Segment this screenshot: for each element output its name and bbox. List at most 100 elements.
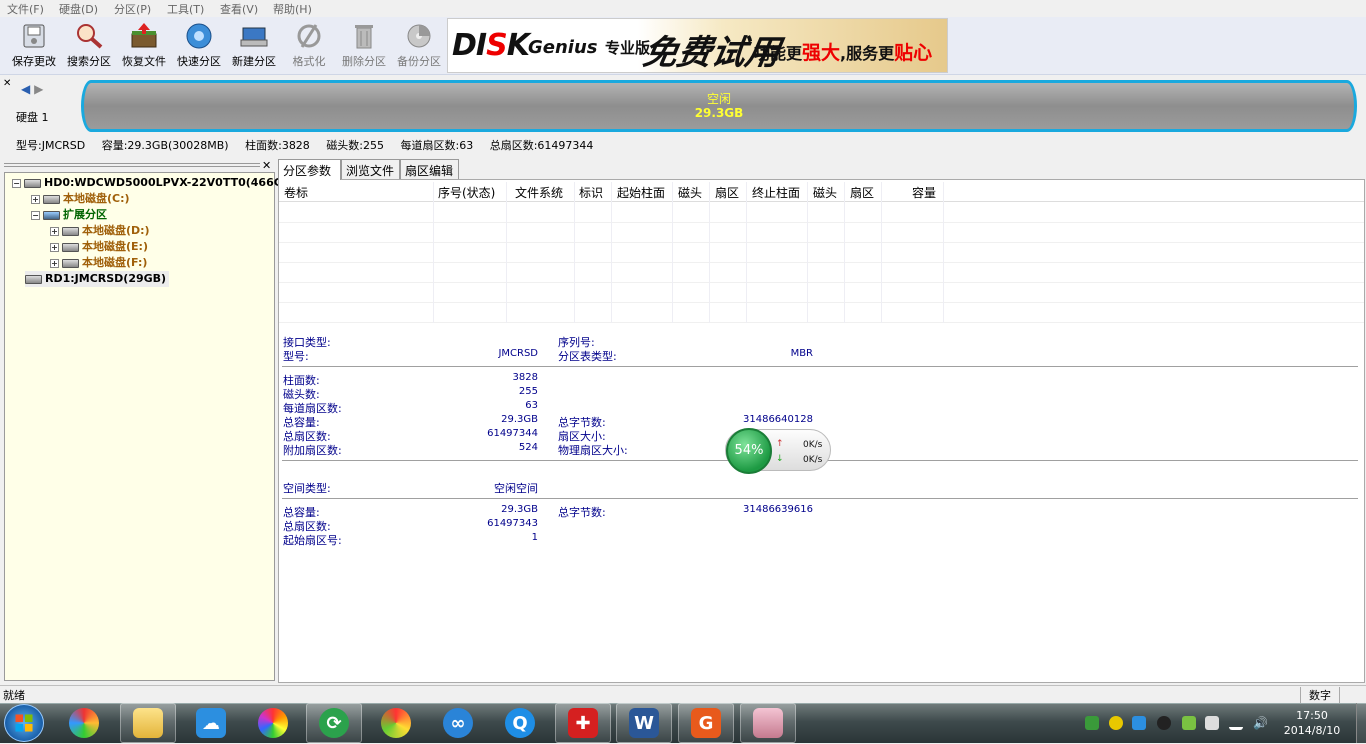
- menu-help[interactable]: 帮助(H): [273, 1, 312, 17]
- expand-icon[interactable]: +: [31, 194, 40, 204]
- antivirus-icon[interactable]: [1182, 716, 1196, 730]
- color-ball-icon: [258, 708, 288, 738]
- total-sectors-value: 61497344: [487, 428, 538, 439]
- tab-sector-edit[interactable]: 扇区编辑: [400, 159, 459, 179]
- taskbar-app-baidu-cloud[interactable]: ∞: [430, 703, 486, 743]
- new-partition-button[interactable]: 新建分区: [226, 20, 282, 72]
- collapse-icon[interactable]: −: [31, 210, 40, 220]
- prev-disk-icon[interactable]: ◀: [21, 82, 30, 96]
- sectors-per-track-value: 63: [525, 400, 538, 411]
- format-button[interactable]: 格式化: [281, 20, 337, 72]
- taskbar-app-office[interactable]: G: [678, 703, 734, 743]
- banner-logo: DISK: [452, 28, 530, 63]
- taskbar-app-color-ball[interactable]: [245, 703, 301, 743]
- backup-partition-button[interactable]: 备份分区: [391, 20, 447, 72]
- system-clock[interactable]: 17:50 2014/8/10: [1280, 708, 1344, 738]
- memory-usage-ball[interactable]: 54%: [726, 428, 772, 474]
- browser-icon: Q: [505, 708, 535, 738]
- search-partition-button[interactable]: 搜索分区: [61, 20, 117, 72]
- taskbar-app-refresh[interactable]: ⟳: [306, 703, 362, 743]
- tree-close-icon[interactable]: ✕: [262, 159, 271, 172]
- download-speed: 0K/s: [803, 455, 823, 465]
- collapse-icon[interactable]: −: [12, 178, 21, 188]
- table-row[interactable]: [279, 303, 1364, 323]
- partition-table-type-label: 分区表类型:: [558, 350, 617, 363]
- free-space-bar[interactable]: 空闲 29.3GB: [81, 80, 1357, 132]
- menu-partition[interactable]: 分区(P): [114, 1, 151, 17]
- col-id[interactable]: 标识: [579, 184, 603, 201]
- table-row[interactable]: [279, 203, 1364, 223]
- col-end-sector[interactable]: 扇区: [850, 184, 874, 201]
- partition-icon: [62, 242, 79, 252]
- taskbar-app-photo[interactable]: [740, 703, 796, 743]
- volume-icon[interactable]: 🔊: [1253, 716, 1268, 730]
- col-volume-label[interactable]: 卷标: [284, 184, 308, 201]
- menu-view[interactable]: 查看(V): [220, 1, 258, 17]
- menu-disk[interactable]: 硬盘(D): [59, 1, 98, 17]
- taskbar-app-360[interactable]: [368, 703, 424, 743]
- expand-icon[interactable]: +: [50, 258, 59, 268]
- col-start-sector[interactable]: 扇区: [715, 184, 739, 201]
- next-disk-icon[interactable]: ▶: [34, 82, 43, 96]
- tree-node-rd1[interactable]: RD1:JMCRSD(29GB): [25, 271, 170, 287]
- recover-files-button[interactable]: 恢复文件: [116, 20, 172, 72]
- tree-panel-grip[interactable]: [4, 163, 260, 167]
- col-end-cylinder[interactable]: 终止柱面: [752, 184, 800, 201]
- network-app-icon[interactable]: [1132, 716, 1146, 730]
- col-start-cylinder[interactable]: 起始柱面: [617, 184, 665, 201]
- expand-icon[interactable]: +: [50, 226, 59, 236]
- tab-partition-params[interactable]: 分区参数: [278, 159, 341, 180]
- disk-nav: ◀ ▶: [21, 82, 43, 96]
- disk-cylinders: 柱面数:3828: [245, 139, 310, 152]
- disk-capacity: 容量:29.3GB(30028MB): [101, 139, 229, 152]
- taskbar-app-diskgenius[interactable]: ✚: [555, 703, 611, 743]
- menu-file[interactable]: 文件(F): [7, 1, 44, 17]
- col-filesystem[interactable]: 文件系统: [515, 184, 563, 201]
- free-capacity-value: 29.3GB: [501, 504, 538, 515]
- col-capacity[interactable]: 容量: [912, 184, 936, 201]
- partition-icon: [62, 258, 79, 268]
- tree-node-c[interactable]: + 本地磁盘(C:): [31, 191, 130, 207]
- taskbar-app-browser[interactable]: Q: [492, 703, 548, 743]
- start-button[interactable]: [4, 704, 44, 742]
- tree-node-f[interactable]: + 本地磁盘(F:): [50, 255, 147, 271]
- clock-time: 17:50: [1296, 709, 1328, 722]
- col-index-status[interactable]: 序号(状态): [438, 184, 495, 201]
- upload-arrow-icon: ↑: [776, 439, 784, 449]
- expand-icon[interactable]: +: [50, 242, 59, 252]
- taskbar-app-word[interactable]: W: [616, 703, 672, 743]
- tree-node-d[interactable]: + 本地磁盘(D:): [50, 223, 150, 239]
- quick-partition-button[interactable]: 快速分区: [171, 20, 227, 72]
- show-desktop-button[interactable]: [1356, 703, 1366, 743]
- col-end-head[interactable]: 磁头: [813, 184, 837, 201]
- table-row[interactable]: [279, 283, 1364, 303]
- column-divider: [746, 182, 747, 323]
- new-partition-label: 新建分区: [232, 55, 276, 68]
- add-icon[interactable]: [1109, 716, 1123, 730]
- tree-node-e[interactable]: + 本地磁盘(E:): [50, 239, 148, 255]
- shield-icon[interactable]: [1085, 716, 1099, 730]
- col-start-head[interactable]: 磁头: [678, 184, 702, 201]
- column-divider: [672, 182, 673, 323]
- signal-icon[interactable]: [1229, 716, 1243, 730]
- column-divider: [574, 182, 575, 323]
- tab-browse-files[interactable]: 浏览文件: [341, 159, 400, 179]
- status-text: 就绪: [3, 689, 25, 702]
- promo-banner[interactable]: DISK Genius 专业版 免费试用 功能更强大,服务更贴心: [447, 18, 948, 73]
- table-row[interactable]: [279, 243, 1364, 263]
- qq-icon[interactable]: [1157, 716, 1171, 730]
- taskbar-app-explorer[interactable]: [120, 703, 176, 743]
- menu-tools[interactable]: 工具(T): [167, 1, 204, 17]
- save-changes-button[interactable]: 保存更改: [6, 20, 62, 72]
- backup-partition-label: 备份分区: [397, 55, 441, 68]
- tree-node-hd0[interactable]: − HD0:WDCWD5000LPVX-22V0TT0(466GB): [12, 175, 296, 191]
- delete-partition-button[interactable]: 删除分区: [336, 20, 392, 72]
- table-row[interactable]: [279, 263, 1364, 283]
- close-icon[interactable]: ✕: [3, 78, 11, 89]
- tree-node-extended[interactable]: − 扩展分区: [31, 207, 107, 223]
- table-row[interactable]: [279, 223, 1364, 243]
- taskbar-app-cloud[interactable]: ☁: [183, 703, 239, 743]
- taskbar-app-pinwheel[interactable]: [56, 703, 112, 743]
- free-space-size: 29.3GB: [694, 106, 744, 120]
- device-icon[interactable]: [1205, 716, 1219, 730]
